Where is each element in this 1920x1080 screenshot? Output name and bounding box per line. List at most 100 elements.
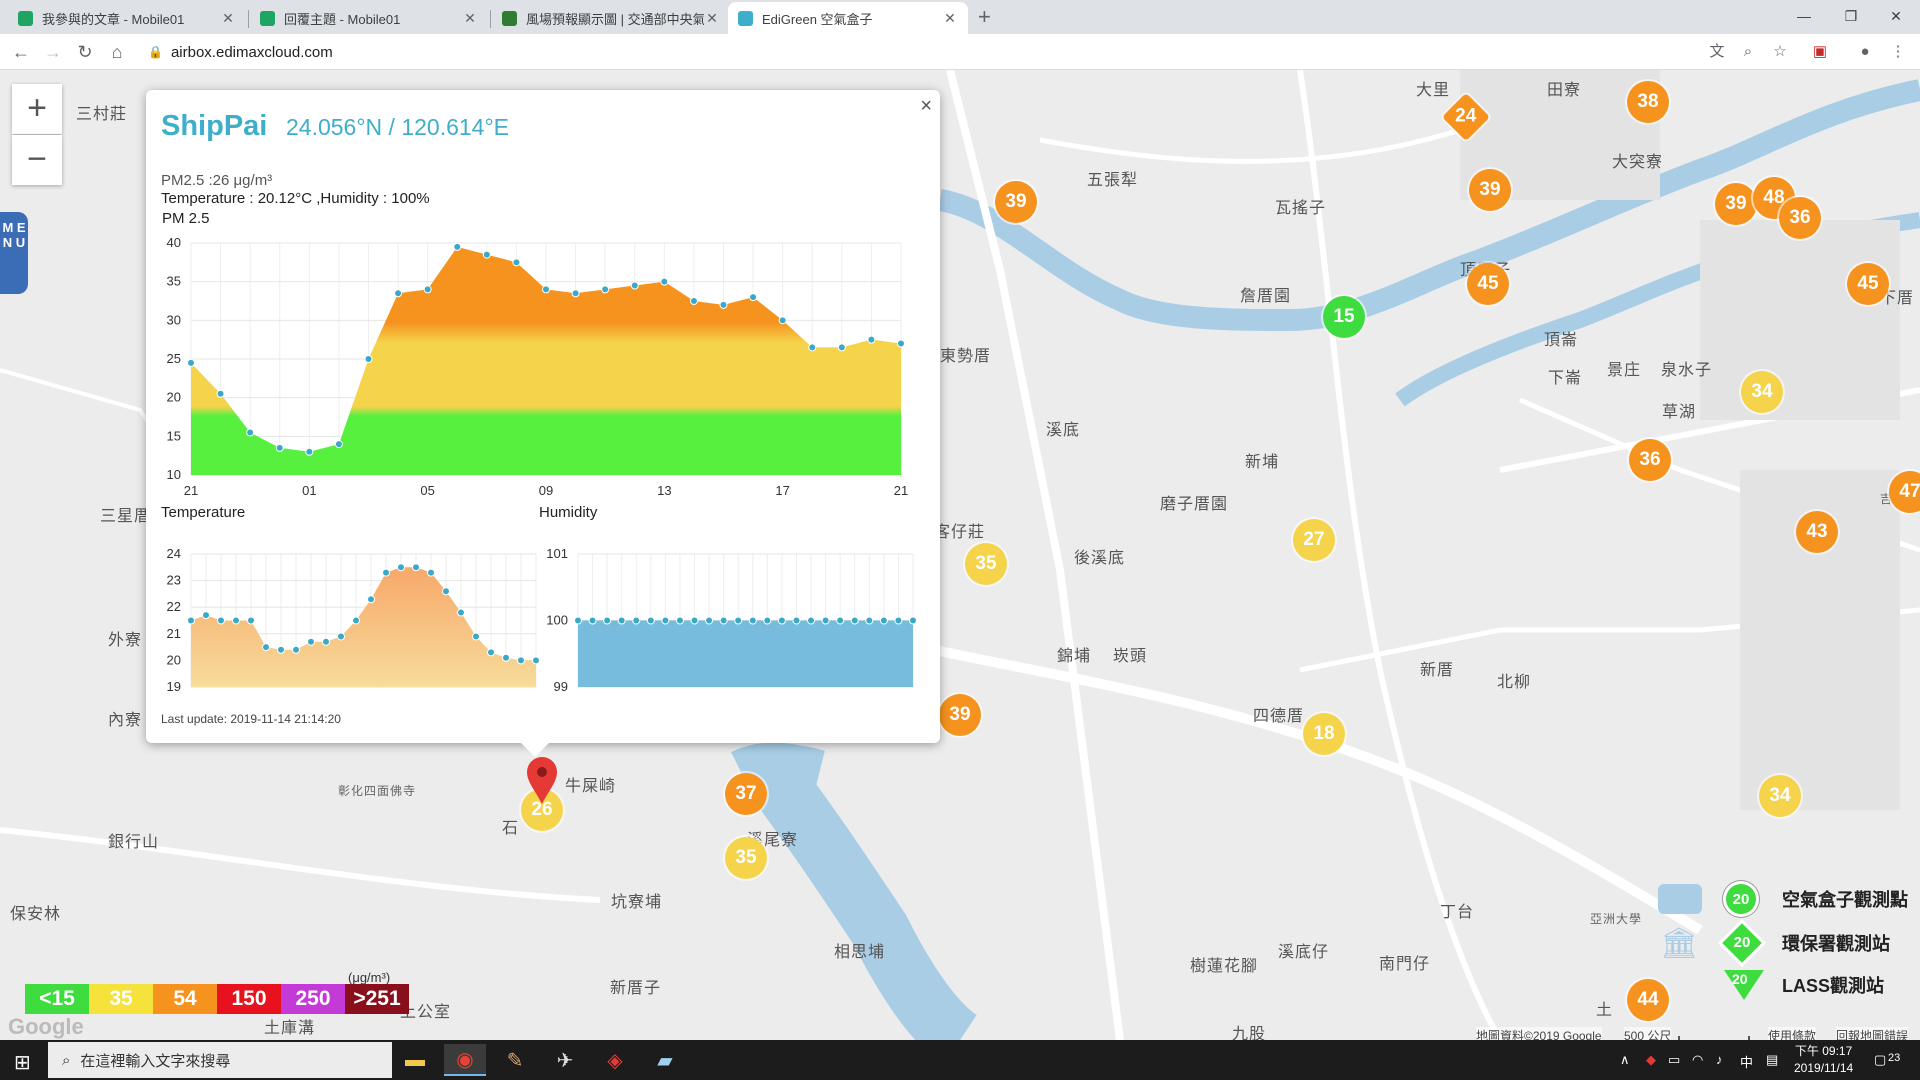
app-icon[interactable]: ✈ <box>544 1044 586 1076</box>
map-scale[interactable]: 500 公尺 <box>1624 1027 1672 1040</box>
data-point <box>705 616 714 625</box>
app-icon[interactable]: ✎ <box>494 1044 536 1076</box>
airbox-marker[interactable]: 34 <box>1741 371 1783 413</box>
tab-mobile01-articles[interactable]: 我參與的文章 - Mobile01 ✕ <box>8 2 246 34</box>
data-point <box>427 568 435 577</box>
data-point <box>246 428 255 437</box>
data-point <box>588 616 597 625</box>
tab-close-icon[interactable]: ✕ <box>942 10 958 27</box>
data-point <box>867 335 876 344</box>
place-label: 磨子厝園 <box>1160 496 1229 513</box>
data-point <box>322 637 330 646</box>
data-point <box>277 645 285 654</box>
back-icon[interactable]: ← <box>8 39 34 65</box>
windows-start-icon[interactable]: ⊞ <box>14 1050 31 1075</box>
data-point <box>412 563 420 572</box>
zoom-icon[interactable]: ⌕ <box>1738 42 1758 62</box>
new-tab-button[interactable]: + <box>978 4 991 30</box>
airbox-marker[interactable]: 36 <box>1779 197 1821 239</box>
translate-icon[interactable]: 文 <box>1707 42 1727 62</box>
airbox-marker[interactable]: 39 <box>1469 169 1511 211</box>
close-window-button[interactable]: ✕ <box>1874 2 1918 30</box>
place-label: 崁頭 <box>1113 648 1148 665</box>
zoom-in-button[interactable]: + <box>12 84 62 134</box>
tray-chevron-icon[interactable]: ∧ <box>1620 1052 1630 1068</box>
airbox-marker[interactable]: 15 <box>1323 296 1365 338</box>
menu-button[interactable]: M E N U <box>0 212 28 294</box>
place-label: 樹蓮花腳 <box>1190 958 1259 975</box>
tab-edigreen-airbox[interactable]: EdiGreen 空氣盒子 ✕ <box>728 2 968 34</box>
taskbar-clock[interactable]: 下午 09:17 2019/11/14 <box>1794 1043 1853 1077</box>
airbox-marker[interactable]: 34 <box>1759 775 1801 817</box>
tab-title: 回覆主題 - Mobile01 <box>284 11 401 27</box>
tab-mobile01-reply[interactable]: 回覆主題 - Mobile01 ✕ <box>250 2 488 34</box>
map-pin-icon[interactable] <box>525 756 559 806</box>
file-explorer-icon[interactable]: ▬ <box>394 1044 436 1076</box>
tab-close-icon[interactable]: ✕ <box>704 10 720 27</box>
airbox-marker[interactable]: 27 <box>1293 519 1335 561</box>
home-icon[interactable]: ⌂ <box>104 39 130 65</box>
profile-avatar-icon[interactable]: ● <box>1855 42 1875 62</box>
airbox-marker[interactable]: 35 <box>725 837 767 879</box>
x-tick-label: 21 <box>894 483 908 498</box>
bookmark-star-icon[interactable]: ☆ <box>1770 42 1790 62</box>
data-point <box>423 285 432 294</box>
airbox-marker[interactable]: 18 <box>1303 713 1345 755</box>
data-point <box>690 616 699 625</box>
airbox-device-icon <box>1658 884 1702 914</box>
restore-button[interactable]: ❐ <box>1829 2 1873 30</box>
tab-close-icon[interactable]: ✕ <box>220 10 236 27</box>
tab-cwb-wind[interactable]: 風場預報顯示圖 | 交通部中央氣象 ✕ <box>492 2 730 34</box>
marker-value: 34 <box>1769 785 1791 806</box>
legend-label: LASS觀測站 <box>1782 976 1885 996</box>
temperature-chart: 19 20 21 22 23 24 <box>167 546 540 694</box>
airbox-marker[interactable]: 39 <box>939 694 981 736</box>
data-point <box>532 656 540 665</box>
airbox-marker[interactable]: 37 <box>725 773 767 815</box>
data-point <box>187 358 195 367</box>
battery-icon[interactable]: ▭ <box>1668 1052 1680 1068</box>
airbox-marker[interactable]: 45 <box>1847 263 1889 305</box>
reload-icon[interactable]: ↻ <box>72 39 98 65</box>
forward-icon[interactable]: → <box>40 39 66 65</box>
map-attribution: 地圖資料©2019 Google <box>1476 1027 1602 1040</box>
data-point <box>364 355 373 363</box>
menu-kebab-icon[interactable]: ⋮ <box>1888 42 1908 62</box>
tab-title: 風場預報顯示圖 | 交通部中央氣象 <box>526 11 704 27</box>
data-point <box>850 616 859 625</box>
zoom-out-button[interactable]: − <box>12 135 62 185</box>
ime-indicator[interactable]: 中 <box>1740 1052 1753 1071</box>
airbox-marker[interactable]: 38 <box>1627 81 1669 123</box>
y-tick-label: 101 <box>546 546 568 561</box>
antivirus-tray-icon[interactable]: ◆ <box>1646 1052 1656 1068</box>
y-tick-label: 23 <box>167 573 181 588</box>
data-point <box>675 616 684 625</box>
airbox-marker[interactable]: 36 <box>1629 439 1671 481</box>
report-error-link[interactable]: 回報地圖錯誤 <box>1836 1027 1909 1040</box>
minimize-button[interactable]: — <box>1782 2 1826 30</box>
airbox-marker[interactable]: 39 <box>995 181 1037 223</box>
data-point <box>719 300 728 309</box>
chrome-icon[interactable]: ◉ <box>444 1044 486 1076</box>
marker-value: 24 <box>1455 105 1477 127</box>
keyboard-icon[interactable]: ▤ <box>1766 1052 1778 1068</box>
wifi-icon[interactable]: ◠ <box>1692 1052 1703 1068</box>
marker-value: 36 <box>1789 207 1811 228</box>
marker-value: 36 <box>1639 449 1661 470</box>
app-icon[interactable]: ◈ <box>594 1044 636 1076</box>
tab-close-icon[interactable]: ✕ <box>462 10 478 27</box>
airbox-marker[interactable]: 43 <box>1796 511 1838 553</box>
airbox-marker[interactable]: 35 <box>965 543 1007 585</box>
data-point <box>397 563 405 572</box>
terms-link[interactable]: 使用條款 <box>1768 1027 1817 1040</box>
airbox-marker[interactable]: 45 <box>1467 263 1509 305</box>
airbox-marker[interactable]: 39 <box>1715 183 1757 225</box>
notification-icon[interactable]: ▢ <box>1874 1052 1886 1068</box>
data-point <box>646 616 655 625</box>
extension-icon[interactable]: ▣ <box>1810 42 1830 62</box>
volume-icon[interactable]: ♪ <box>1716 1052 1723 1067</box>
map-canvas[interactable]: 三村莊 五張犁 瓦搖子 大突寮 詹厝園 頂厝子 田寮 溪底 新埔 磨子厝園 後溪… <box>0 70 1920 1040</box>
taskbar-search[interactable]: ⌕ 在這裡輸入文字來搜尋 <box>48 1042 392 1078</box>
address-bar[interactable]: 🔒 airbox.edimaxcloud.com <box>142 38 1762 66</box>
app-icon[interactable]: ▰ <box>644 1044 686 1076</box>
